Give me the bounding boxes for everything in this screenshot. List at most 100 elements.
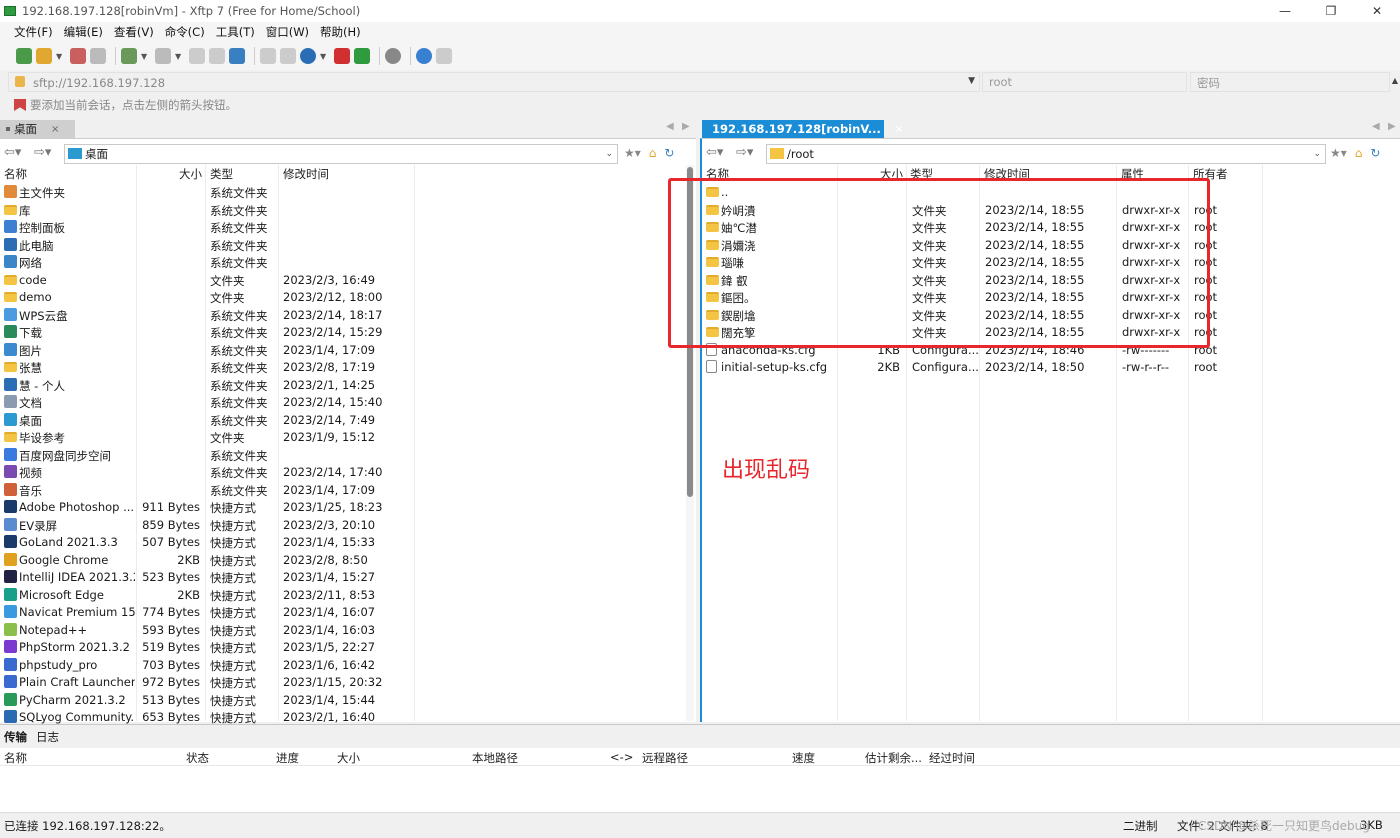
- list-item[interactable]: IntelliJ IDEA 2021.3.2 523 Bytes 快捷方式 2023/…: [0, 568, 696, 586]
- column-local-path[interactable]: 本地路径: [472, 750, 518, 766]
- list-item[interactable]: 张慧 系统文件夹 2023/2/8, 17:19: [0, 358, 696, 376]
- list-item[interactable]: Google Chrome 2KB 快捷方式 2023/2/8, 8:50: [0, 551, 696, 569]
- copy-icon[interactable]: [189, 48, 205, 64]
- username-field[interactable]: root: [982, 72, 1187, 92]
- menu-tools[interactable]: 工具(T): [216, 24, 255, 40]
- forward-icon[interactable]: ⇨▾: [34, 145, 51, 160]
- transfer-up-icon[interactable]: [260, 48, 276, 64]
- open-session-icon[interactable]: [36, 48, 52, 64]
- refresh-icon[interactable]: ↻: [1370, 146, 1380, 160]
- transfer-mode[interactable]: 二进制: [1123, 818, 1158, 834]
- list-item[interactable]: Plain Craft Launcher... 972 Bytes 快捷方式 2023…: [0, 673, 696, 691]
- tab-next-icon[interactable]: ▶: [1388, 121, 1396, 132]
- column-remote-path[interactable]: 远程路径: [642, 750, 688, 766]
- globe-icon[interactable]: [300, 48, 316, 64]
- menu-edit[interactable]: 编辑(E): [64, 24, 103, 40]
- home-folder-icon[interactable]: ⌂: [649, 146, 657, 160]
- column-speed[interactable]: 速度: [792, 750, 815, 766]
- remote-path-input[interactable]: /root ⌄: [766, 144, 1326, 164]
- sync-icon[interactable]: [229, 48, 245, 64]
- chevron-down-icon[interactable]: ⌄: [605, 145, 613, 163]
- list-item[interactable]: 图片 系统文件夹 2023/1/4, 17:09: [0, 341, 696, 359]
- star-icon[interactable]: ★▾: [624, 146, 641, 160]
- tab-prev-icon[interactable]: ◀: [666, 121, 674, 132]
- tab-prev-icon[interactable]: ◀: [1372, 121, 1380, 132]
- list-item[interactable]: SQLyog Community... 653 Bytes 快捷方式 2023/2/1…: [0, 708, 696, 726]
- column-eta[interactable]: 估计剩余...: [865, 750, 922, 766]
- column-elapsed[interactable]: 经过时间: [929, 750, 975, 766]
- column-name[interactable]: 名称: [4, 166, 27, 182]
- tab-log[interactable]: 日志: [36, 729, 59, 745]
- chevron-down-icon[interactable]: ⌄: [1313, 145, 1321, 163]
- menu-file[interactable]: 文件(F): [14, 24, 53, 40]
- maximize-button[interactable]: ❐: [1308, 0, 1354, 22]
- close-icon[interactable]: ×: [895, 124, 903, 135]
- list-item[interactable]: 主文件夹 系统文件夹: [0, 183, 696, 201]
- password-field[interactable]: 密码: [1190, 72, 1390, 92]
- column-mtime[interactable]: 修改时间: [283, 166, 329, 182]
- disconnect-icon[interactable]: [90, 48, 106, 64]
- menu-window[interactable]: 窗口(W): [266, 24, 309, 40]
- list-item[interactable]: 视频 系统文件夹 2023/2/14, 17:40: [0, 463, 696, 481]
- help-icon[interactable]: [416, 48, 432, 64]
- close-button[interactable]: ✕: [1354, 0, 1400, 22]
- list-item[interactable]: Navicat Premium 15 774 Bytes 快捷方式 2023/1/4,…: [0, 603, 696, 621]
- reconnect-icon[interactable]: [70, 48, 86, 64]
- paste-icon[interactable]: [209, 48, 225, 64]
- list-item[interactable]: 文档 系统文件夹 2023/2/14, 15:40: [0, 393, 696, 411]
- list-item[interactable]: 网络 系统文件夹: [0, 253, 696, 271]
- chevron-down-icon[interactable]: ▼: [175, 52, 181, 61]
- xshell-icon[interactable]: [334, 48, 350, 64]
- list-item[interactable]: 慧 - 个人 系统文件夹 2023/2/1, 14:25: [0, 376, 696, 394]
- new-folder-icon[interactable]: [121, 48, 137, 64]
- xftp-icon[interactable]: [354, 48, 370, 64]
- new-session-icon[interactable]: [16, 48, 32, 64]
- back-icon[interactable]: ⇦▾: [706, 145, 723, 160]
- gear-icon[interactable]: [385, 48, 401, 64]
- column-size[interactable]: 大小: [337, 750, 360, 766]
- list-item[interactable]: 桌面 系统文件夹 2023/2/14, 7:49: [0, 411, 696, 429]
- chat-icon[interactable]: [436, 48, 452, 64]
- local-path-input[interactable]: 桌面 ⌄: [64, 144, 618, 164]
- column-name[interactable]: 名称: [4, 750, 27, 766]
- chevron-down-icon[interactable]: ▼: [320, 52, 326, 61]
- forward-icon[interactable]: ⇨▾: [736, 145, 753, 160]
- tab-local-desktop[interactable]: 桌面 ×: [0, 120, 75, 138]
- tab-next-icon[interactable]: ▶: [682, 121, 690, 132]
- column-direction[interactable]: <->: [610, 750, 633, 764]
- view-icon[interactable]: [155, 48, 171, 64]
- list-item[interactable]: Microsoft Edge 2KB 快捷方式 2023/2/11, 8:53: [0, 586, 696, 604]
- list-item[interactable]: Adobe Photoshop ... 911 Bytes 快捷方式 2023/1/2…: [0, 498, 696, 516]
- minimize-button[interactable]: —: [1262, 0, 1308, 22]
- list-item[interactable]: initial-setup-ks.cfg 2KB Configura... 2023/…: [702, 358, 1400, 376]
- list-item[interactable]: PhpStorm 2021.3.2 519 Bytes 快捷方式 2023/1/5, …: [0, 638, 696, 656]
- list-item[interactable]: Notepad++ 593 Bytes 快捷方式 2023/1/4, 16:03: [0, 621, 696, 639]
- list-item[interactable]: code 文件夹 2023/2/3, 16:49: [0, 271, 696, 289]
- refresh-icon[interactable]: ↻: [664, 146, 674, 160]
- chevron-down-icon[interactable]: ▼: [968, 76, 975, 86]
- list-item[interactable]: 此电脑 系统文件夹: [0, 236, 696, 254]
- menu-help[interactable]: 帮助(H): [320, 24, 361, 40]
- list-item[interactable]: 下载 系统文件夹 2023/2/14, 15:29: [0, 323, 696, 341]
- close-icon[interactable]: ×: [51, 124, 59, 135]
- list-item[interactable]: demo 文件夹 2023/2/12, 18:00: [0, 288, 696, 306]
- list-item[interactable]: PyCharm 2021.3.2 513 Bytes 快捷方式 2023/1/4, 1…: [0, 691, 696, 709]
- menu-command[interactable]: 命令(C): [165, 24, 205, 40]
- menu-view[interactable]: 查看(V): [114, 24, 154, 40]
- list-item[interactable]: WPS云盘 系统文件夹 2023/2/14, 18:17: [0, 306, 696, 324]
- list-item[interactable]: EV录屏 859 Bytes 快捷方式 2023/2/3, 20:10: [0, 516, 696, 534]
- list-item[interactable]: 库 系统文件夹: [0, 201, 696, 219]
- column-size[interactable]: 大小: [179, 166, 202, 182]
- scroll-up-icon[interactable]: ▲: [1392, 76, 1398, 85]
- column-status[interactable]: 状态: [186, 750, 209, 766]
- column-progress[interactable]: 进度: [276, 750, 299, 766]
- home-folder-icon[interactable]: ⌂: [1355, 146, 1363, 160]
- list-item[interactable]: phpstudy_pro 703 Bytes 快捷方式 2023/1/6, 16:42: [0, 656, 696, 674]
- list-item[interactable]: 音乐 系统文件夹 2023/1/4, 17:09: [0, 481, 696, 499]
- star-icon[interactable]: ★▾: [1330, 146, 1347, 160]
- list-item[interactable]: GoLand 2021.3.3 507 Bytes 快捷方式 2023/1/4, 15…: [0, 533, 696, 551]
- column-type[interactable]: 类型: [210, 166, 233, 182]
- tab-remote-session[interactable]: 192.168.197.128[robinV... ×: [702, 120, 903, 138]
- list-item[interactable]: 毕设参考 文件夹 2023/1/9, 15:12: [0, 428, 696, 446]
- back-icon[interactable]: ⇦▾: [4, 145, 21, 160]
